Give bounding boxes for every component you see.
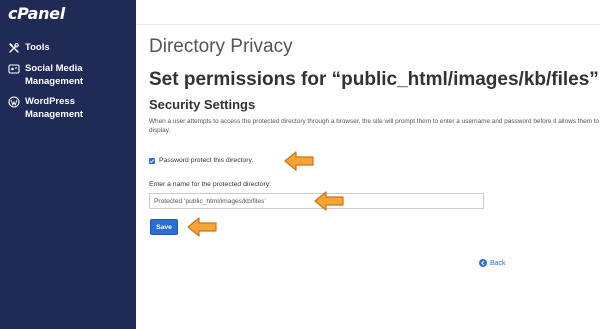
top-header [136, 0, 600, 25]
password-protect-row: Password protect this directory. [149, 157, 253, 164]
back-link-label: Back [490, 259, 506, 267]
tools-icon [7, 41, 21, 55]
sidebar-item-label: WordPress Management [25, 96, 84, 120]
save-button[interactable]: Save [150, 219, 178, 235]
permissions-heading: Set permissions for “public_html/images/… [149, 69, 600, 91]
back-arrow-icon [479, 259, 487, 267]
password-protect-checkbox[interactable] [149, 157, 155, 164]
sidebar-item-label: Social Media Management [25, 63, 84, 87]
cpanel-logo[interactable]: cPanel [8, 4, 65, 23]
sidebar-item-wordpress[interactable]: WordPress Management [7, 95, 107, 121]
description-text: When a user attempts to access the prote… [149, 118, 600, 134]
back-link[interactable]: Back [479, 259, 506, 267]
permissions-heading-prefix: Set permissions for “ [149, 69, 342, 90]
pointer-arrow-icon [314, 191, 344, 211]
sidebar-item-social-media[interactable]: Social Media Management [7, 62, 107, 88]
checkmark-icon [149, 158, 155, 163]
permissions-heading-suffix: ”. [589, 69, 600, 90]
social-media-icon [7, 62, 21, 76]
section-title: Security Settings [149, 97, 256, 112]
page-title: Directory Privacy [149, 36, 293, 57]
pointer-arrow-icon [284, 151, 314, 171]
directory-name-label: Enter a name for the protected directory… [149, 181, 272, 188]
sidebar-item-label: Tools [25, 42, 50, 53]
password-protect-label[interactable]: Password protect this directory. [159, 157, 253, 164]
directory-path: public_html/images/kb/files [341, 69, 590, 90]
sidebar-item-tools[interactable]: Tools [7, 41, 107, 55]
pointer-arrow-icon [187, 217, 217, 237]
sidebar: cPanel Tools Social Media Management Wor… [0, 0, 136, 329]
wordpress-icon [7, 95, 21, 109]
